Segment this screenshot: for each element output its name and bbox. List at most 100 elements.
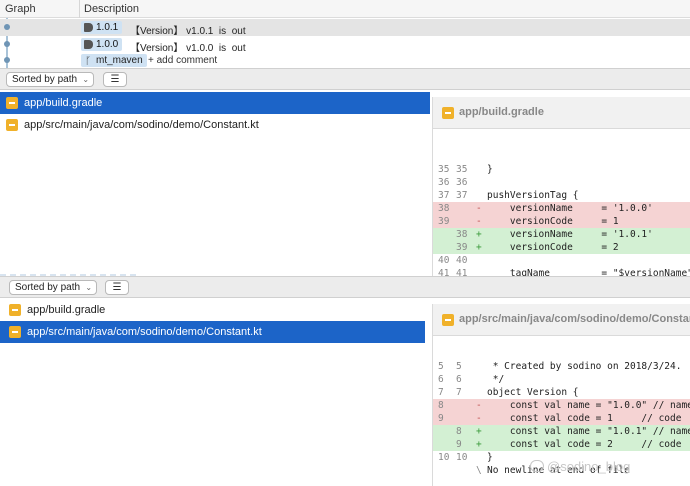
column-divider[interactable] [79,0,80,18]
old-line-number: 38 [438,203,450,214]
code-text: versionCode = 1 [487,216,619,227]
diff-marker: + [476,229,482,240]
commit-row[interactable]: 1.0.0 【Version】 v1.0.0 is out [0,36,690,54]
code-text: object Version { [487,387,579,398]
old-line-number: 9 [438,413,444,424]
branch-label[interactable]: ᚴ mt_maven [81,54,147,67]
file-path: app/build.gradle [24,97,103,109]
branch-name: mt_maven [96,55,143,66]
diff-line-ctx[interactable]: 40 40 [433,254,690,267]
add-comment-link[interactable]: + add comment [148,55,217,66]
tag-name: 1.0.1 [96,22,119,33]
file-item-build-gradle[interactable]: app/build.gradle [0,299,425,321]
commit-dot [4,41,10,47]
diff-line-del[interactable]: 38 - versionName = '1.0.0' [433,202,690,215]
diff-header: app/src/main/java/com/sodino/demo/Consta… [433,304,690,336]
modified-file-icon [6,97,18,109]
file-item-build-gradle[interactable]: app/build.gradle [0,92,430,114]
sort-label: Sorted by path [12,74,78,85]
old-line-number: 6 [438,374,444,385]
tag-icon [84,40,93,49]
list-view-button[interactable]: ☰ [105,280,129,295]
code-text: versionName = '1.0.1' [487,229,653,240]
code-text: pushVersionTag { [487,190,579,201]
list-view-button[interactable]: ☰ [103,72,127,87]
code-text: versionName = '1.0.0' [487,203,653,214]
old-line-number: 39 [438,216,450,227]
file-item-constant-kt[interactable]: app/src/main/java/com/sodino/demo/Consta… [0,114,430,136]
new-line-number: 8 [456,426,462,437]
weibo-icon [530,460,544,472]
graph-column-header[interactable]: Graph [5,3,36,15]
code-text: tagName = "$versionName" [487,268,690,276]
file-path: app/build.gradle [27,304,106,316]
diff-marker: - [476,400,482,411]
commit-dot [4,24,10,30]
diff-line-ctx[interactable]: 6 6 */ [433,373,690,386]
new-line-number: 7 [456,387,462,398]
diff-line-add[interactable]: 8 + const val name = "1.0.1" // name [433,425,690,438]
chevron-down-icon: ⌄ [82,75,90,84]
old-line-number: 40 [438,255,450,266]
file-path: app/src/main/java/com/sodino/demo/Consta… [24,119,259,131]
commit-row[interactable]: ᚴ mt_maven + add comment [0,52,690,69]
diff-lines: 35 35} 36 36 37 37 pushVersionTag {38- version… [433,150,690,276]
diff-line-ctx[interactable]: 36 36 [433,176,690,189]
diff-marker: + [476,439,482,450]
old-line-number: 7 [438,387,444,398]
diff-line-ctx[interactable]: 37 37 pushVersionTag { [433,189,690,202]
modified-file-icon [9,326,21,338]
code-text: versionCode = 2 [487,242,619,253]
new-line-number: 10 [456,452,468,463]
diff-line-ctx[interactable]: 5 5 * Created by sodino on 2018/3/24. [433,360,690,373]
chevron-down-icon: ⌄ [85,283,93,292]
code-text: } [487,452,493,463]
old-line-number: 10 [438,452,450,463]
commit-table-header: Graph Description [0,0,690,18]
tag-label[interactable]: 1.0.1 [81,21,123,34]
diff-line-ctx[interactable]: 7 7 object Version { [433,386,690,399]
list-view-icon: ☰ [110,74,120,85]
tag-icon [84,23,93,32]
commit-dot [4,57,10,63]
diff-line-add[interactable]: 38 + versionName = '1.0.1' [433,228,690,241]
commit-message: 【Version】 v1.0.1 is out [130,26,246,37]
modified-file-icon [6,119,18,131]
diff-line-ctx[interactable]: 41 41 tagName = "$versionName" [433,267,690,276]
new-line-number: 38 [456,229,468,240]
commit-list: 1.0.1 【Version】 v1.0.1 is out 1.0.0 【Ver… [0,18,690,70]
diff-line-del[interactable]: 9 - const val code = 1 // code [433,412,690,425]
code-text: const val code = 2 // code [487,439,682,450]
changes-toolbar: Sorted by path ⌄ ☰ [0,276,690,298]
tag-name: 1.0.0 [96,39,119,50]
sort-by-path-dropdown[interactable]: Sorted by path ⌄ [9,280,98,295]
new-line-number: 40 [456,255,468,266]
tag-label[interactable]: 1.0.0 [81,38,123,51]
new-line-number: 6 [456,374,462,385]
diff-line-del[interactable]: 8 - const val name = "1.0.0" // name [433,399,690,412]
diff-line-del[interactable]: 39 - versionCode = 1 [433,215,690,228]
branch-icon: ᚴ [85,56,91,67]
diff-marker: - [476,203,482,214]
old-line-number: 41 [438,268,450,276]
diff-line-ctx[interactable] [433,150,690,163]
diff-marker: + [476,426,482,437]
old-line-number: 8 [438,400,444,411]
old-line-number: 35 [438,164,450,175]
diff-marker: + [476,242,482,253]
sort-by-path-dropdown[interactable]: Sorted by path ⌄ [6,72,95,87]
diff-line-ctx[interactable]: 35 35} [433,163,690,176]
file-path: app/src/main/java/com/sodino/demo/Consta… [27,326,262,338]
new-line-number: 36 [456,177,468,188]
file-item-constant-kt[interactable]: app/src/main/java/com/sodino/demo/Consta… [0,321,425,343]
diff-line-add[interactable]: 39 + versionCode = 2 [433,241,690,254]
description-column-header[interactable]: Description [84,3,139,15]
commit-row[interactable]: 1.0.1 【Version】 v1.0.1 is out [0,19,690,37]
modified-file-icon [442,314,454,326]
code-text: } [487,164,493,175]
diff-file-title: app/src/main/java/com/sodino/demo/Consta… [459,313,690,325]
new-line-number: 39 [456,242,468,253]
diff-line-add[interactable]: 9 + const val code = 2 // code [433,438,690,451]
changes-toolbar: Sorted by path ⌄ ☰ [0,68,690,90]
list-view-icon: ☰ [112,282,122,293]
